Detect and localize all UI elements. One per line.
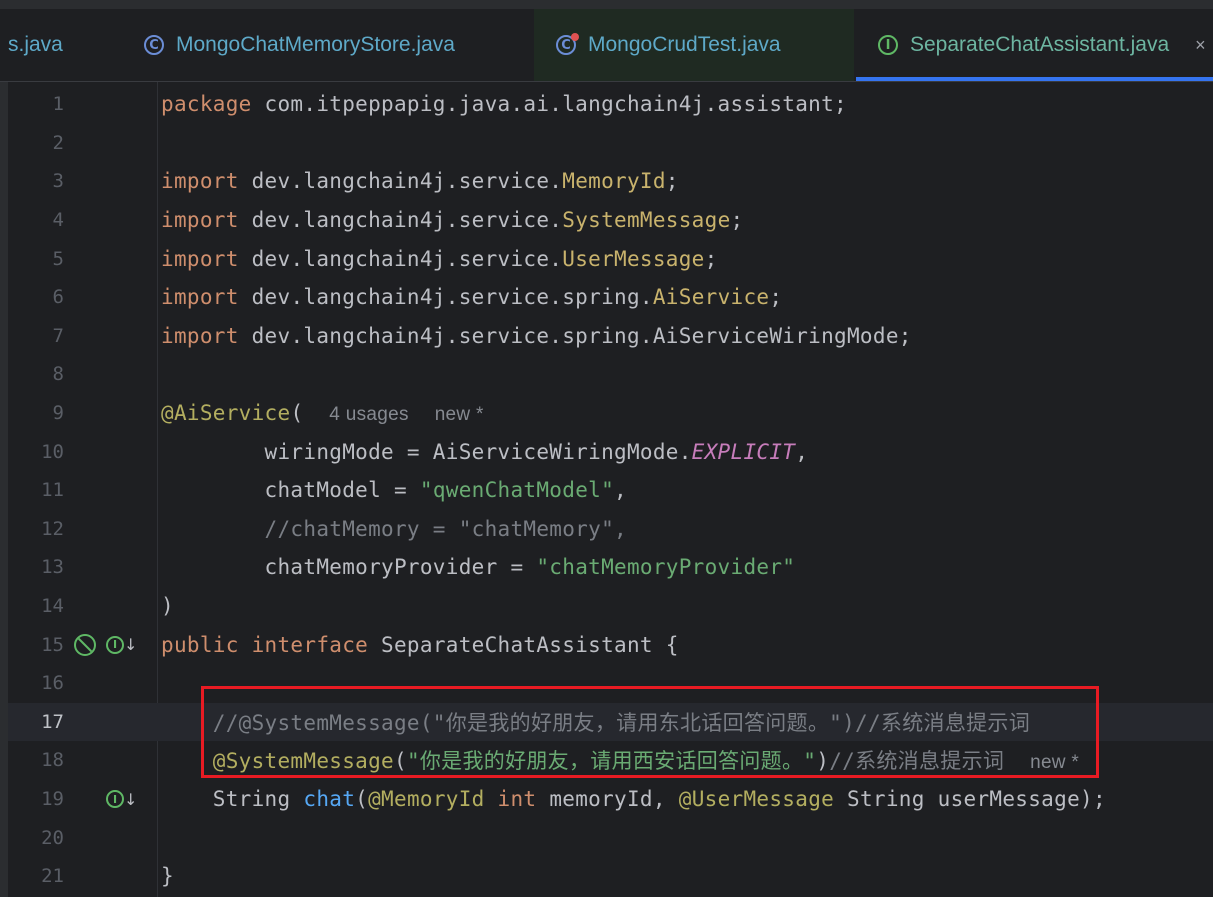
- close-tab-icon[interactable]: ×: [1195, 35, 1206, 56]
- code-line[interactable]: 19 I ↓ String chat(@MemoryId int memoryId…: [8, 780, 1213, 819]
- line-number: 15: [41, 633, 64, 656]
- highlight-annotation-box: [201, 686, 1099, 778]
- line-text: import dev.langchain4j.service.spring.Ai…: [161, 323, 912, 348]
- line-text: ): [161, 594, 174, 619]
- line-number: 17: [41, 710, 64, 733]
- line-number: 13: [41, 556, 64, 579]
- code-line[interactable]: 11 chatModel = "qwenChatModel",: [8, 471, 1213, 510]
- code-line[interactable]: 14 ): [8, 587, 1213, 626]
- line-text: import dev.langchain4j.service.SystemMes…: [161, 208, 744, 233]
- code-line[interactable]: 7 import dev.langchain4j.service.spring.…: [8, 317, 1213, 356]
- code-line[interactable]: 10 wiringMode = AiServiceWiringMode.EXPL…: [8, 432, 1213, 471]
- line-text: chatModel = "qwenChatModel",: [161, 478, 627, 503]
- code-line[interactable]: 3 import dev.langchain4j.service.MemoryI…: [8, 162, 1213, 201]
- code-line[interactable]: 12 //chatMemory = "chatMemory",: [8, 510, 1213, 549]
- implemented-interface-icon[interactable]: I ↓: [106, 635, 137, 654]
- line-number: 7: [52, 324, 64, 347]
- line-number: 21: [41, 865, 64, 888]
- line-text: //chatMemory = "chatMemory",: [161, 516, 627, 541]
- class-icon: C: [144, 35, 164, 55]
- line-number: 6: [52, 286, 64, 309]
- line-text: wiringMode = AiServiceWiringMode.EXPLICI…: [161, 439, 809, 464]
- code-line[interactable]: 1 package com.itpeppapig.java.ai.langcha…: [8, 85, 1213, 124]
- tab-separate-chat-assistant[interactable]: I SeparateChatAssistant.java ×: [856, 9, 1213, 81]
- line-text: import dev.langchain4j.service.UserMessa…: [161, 246, 718, 271]
- interface-icon: I: [878, 35, 898, 55]
- code-editor[interactable]: 1 package com.itpeppapig.java.ai.langcha…: [0, 82, 1213, 897]
- line-number: 5: [52, 247, 64, 270]
- tab-mongo-chat-memory-store[interactable]: C MongoChatMemoryStore.java: [132, 9, 512, 81]
- line-number: 2: [52, 131, 64, 154]
- editor-left-edge: [0, 82, 8, 897]
- line-number: 10: [41, 440, 64, 463]
- code-line[interactable]: 15 I ↓ public interface SeparateChatAssis…: [8, 625, 1213, 664]
- line-text: import dev.langchain4j.service.MemoryId;: [161, 169, 679, 194]
- line-text: public interface SeparateChatAssistant {: [161, 632, 679, 657]
- code-line[interactable]: 21 }: [8, 857, 1213, 896]
- code-line[interactable]: 13 chatMemoryProvider = "chatMemoryProvi…: [8, 548, 1213, 587]
- implemented-method-icon[interactable]: I ↓: [106, 790, 137, 809]
- line-number: 8: [52, 363, 64, 386]
- tab-label: MongoChatMemoryStore.java: [176, 33, 455, 56]
- line-number: 14: [41, 595, 64, 618]
- line-text: String chat(@MemoryId int memoryId, @Use…: [161, 787, 1106, 812]
- tab-label: SeparateChatAssistant.java: [910, 33, 1170, 56]
- spring-bean-icon[interactable]: [74, 633, 96, 656]
- tab-mongo-crud-test[interactable]: C MongoCrudTest.java: [534, 9, 854, 81]
- line-number: 4: [52, 209, 64, 232]
- line-text: import dev.langchain4j.service.spring.Ai…: [161, 285, 783, 310]
- code-line[interactable]: 5 import dev.langchain4j.service.UserMes…: [8, 239, 1213, 278]
- line-number: 9: [52, 402, 64, 425]
- line-number: 19: [41, 788, 64, 811]
- code-line[interactable]: 20: [8, 818, 1213, 857]
- author-hint[interactable]: new *: [435, 404, 484, 425]
- editor-tab-bar: s.java C MongoChatMemoryStore.java C Mon…: [0, 9, 1213, 82]
- line-number: 18: [41, 749, 64, 772]
- tab-label: MongoCrudTest.java: [588, 33, 781, 56]
- tab-truncated-file[interactable]: s.java: [0, 9, 92, 81]
- line-number: 11: [41, 479, 64, 502]
- line-number: 1: [52, 93, 64, 116]
- code-line[interactable]: 6 import dev.langchain4j.service.spring.…: [8, 278, 1213, 317]
- line-text: chatMemoryProvider = "chatMemoryProvider…: [161, 555, 796, 580]
- usages-hint[interactable]: 4 usages: [329, 404, 409, 425]
- test-class-icon: C: [556, 33, 579, 55]
- code-line[interactable]: 9 @AiService( 4 usages new *: [8, 394, 1213, 433]
- code-line[interactable]: 4 import dev.langchain4j.service.SystemM…: [8, 201, 1213, 240]
- line-number: 16: [41, 672, 64, 695]
- line-number: 12: [41, 517, 64, 540]
- code-line[interactable]: 8: [8, 355, 1213, 394]
- line-number: 3: [52, 170, 64, 193]
- line-number: 20: [41, 826, 64, 849]
- tab-label: s.java: [8, 33, 63, 56]
- line-text: }: [161, 864, 174, 889]
- code-line[interactable]: 2: [8, 124, 1213, 163]
- line-text: package com.itpeppapig.java.ai.langchain…: [161, 92, 847, 117]
- line-text: @AiService( 4 usages new *: [161, 400, 484, 425]
